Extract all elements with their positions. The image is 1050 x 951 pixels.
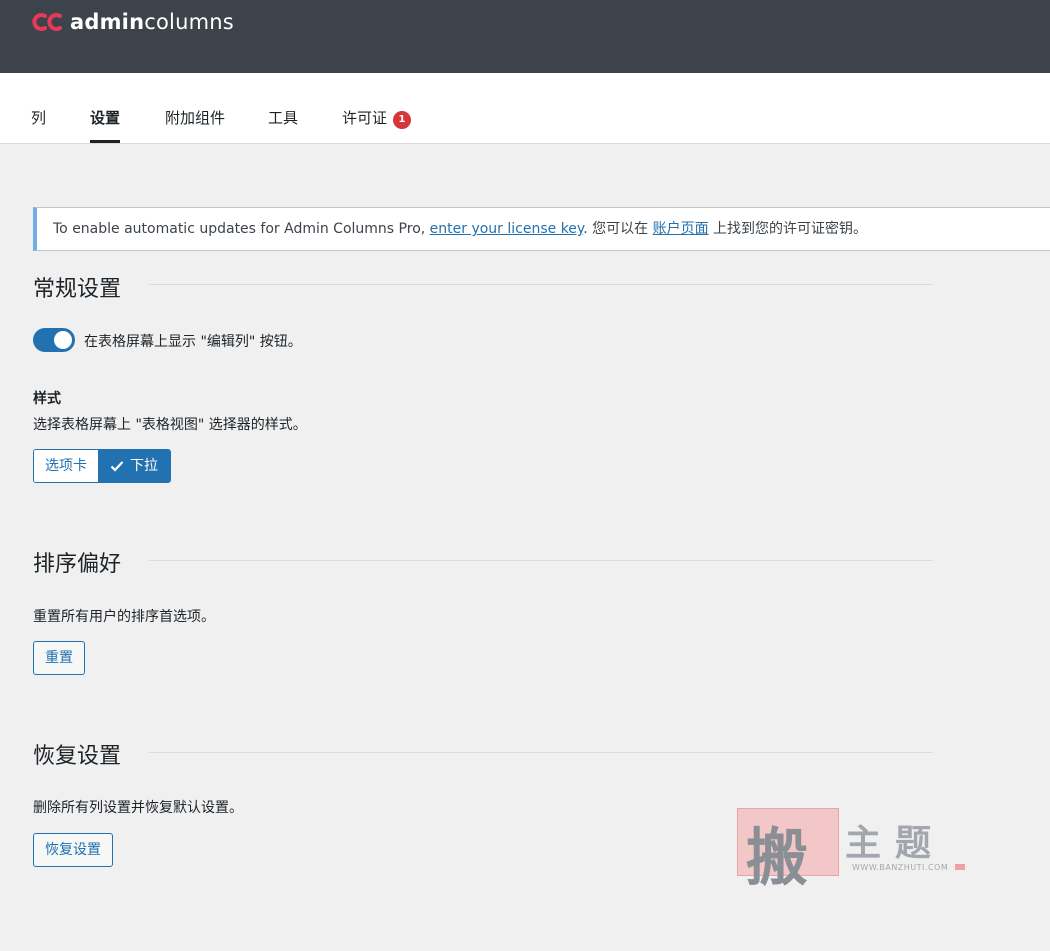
notice-text-after: 上找到您的许可证密钥。 (708, 221, 868, 237)
tab-columns[interactable]: 列 (31, 107, 46, 143)
tab-license-label: 许可证 (342, 109, 388, 127)
section-divider (149, 752, 933, 753)
style-option-dropdown[interactable]: 下拉 (98, 450, 170, 482)
style-description: 选择表格屏幕上 "表格视图" 选择器的样式。 (33, 417, 307, 433)
watermark-seal: 搬 (737, 808, 839, 894)
restore-description: 删除所有列设置并恢复默认设置。 (33, 800, 243, 816)
tab-addons[interactable]: 附加组件 (165, 107, 225, 143)
reset-sorting-button[interactable]: 重置 (33, 641, 85, 675)
top-header: admincolumns (0, 0, 1050, 73)
license-notice: To enable automatic updates for Admin Co… (33, 207, 1050, 251)
style-option-dropdown-label: 下拉 (130, 458, 158, 474)
section-divider (149, 560, 933, 561)
tab-tools[interactable]: 工具 (268, 107, 298, 143)
tab-license[interactable]: 许可证 1 (342, 107, 412, 143)
watermark-chars: 主题 (845, 822, 946, 864)
notice-text-before: To enable automatic updates for Admin Co… (53, 221, 430, 237)
watermark: 搬 主题 WWW.BANZHUTI.COM (737, 808, 967, 894)
account-page-link[interactable]: 账户页面 (653, 221, 709, 237)
style-heading: 样式 (33, 391, 61, 407)
toggle-label: 在表格屏幕上显示 "编辑列" 按钮。 (84, 334, 302, 350)
notice-text-middle: . 您可以在 (583, 221, 653, 237)
general-settings-title: 常规设置 (33, 277, 122, 302)
license-key-link[interactable]: enter your license key (430, 221, 584, 237)
admincolumns-logo-icon (32, 13, 62, 31)
checkmark-icon (110, 461, 124, 472)
license-badge: 1 (393, 111, 412, 129)
section-divider (149, 284, 933, 285)
edit-columns-toggle[interactable] (33, 328, 75, 352)
restore-title: 恢复设置 (33, 744, 122, 769)
brand-name: admincolumns (70, 10, 234, 34)
restore-settings-button[interactable]: 恢复设置 (33, 833, 113, 867)
style-option-tabs[interactable]: 选项卡 (34, 450, 98, 482)
tab-bar: 列 设置 附加组件 工具 许可证 1 (0, 73, 1050, 144)
watermark-seal-char: 搬 (746, 821, 809, 894)
brand-logo[interactable]: admincolumns (32, 10, 234, 34)
watermark-redbar (955, 864, 965, 870)
tab-settings[interactable]: 设置 (90, 107, 121, 143)
sorting-title: 排序偏好 (33, 552, 122, 577)
style-selector: 选项卡 下拉 (33, 449, 171, 483)
watermark-url: WWW.BANZHUTI.COM (852, 863, 949, 872)
sorting-description: 重置所有用户的排序首选项。 (33, 609, 215, 625)
toggle-knob (54, 331, 72, 349)
